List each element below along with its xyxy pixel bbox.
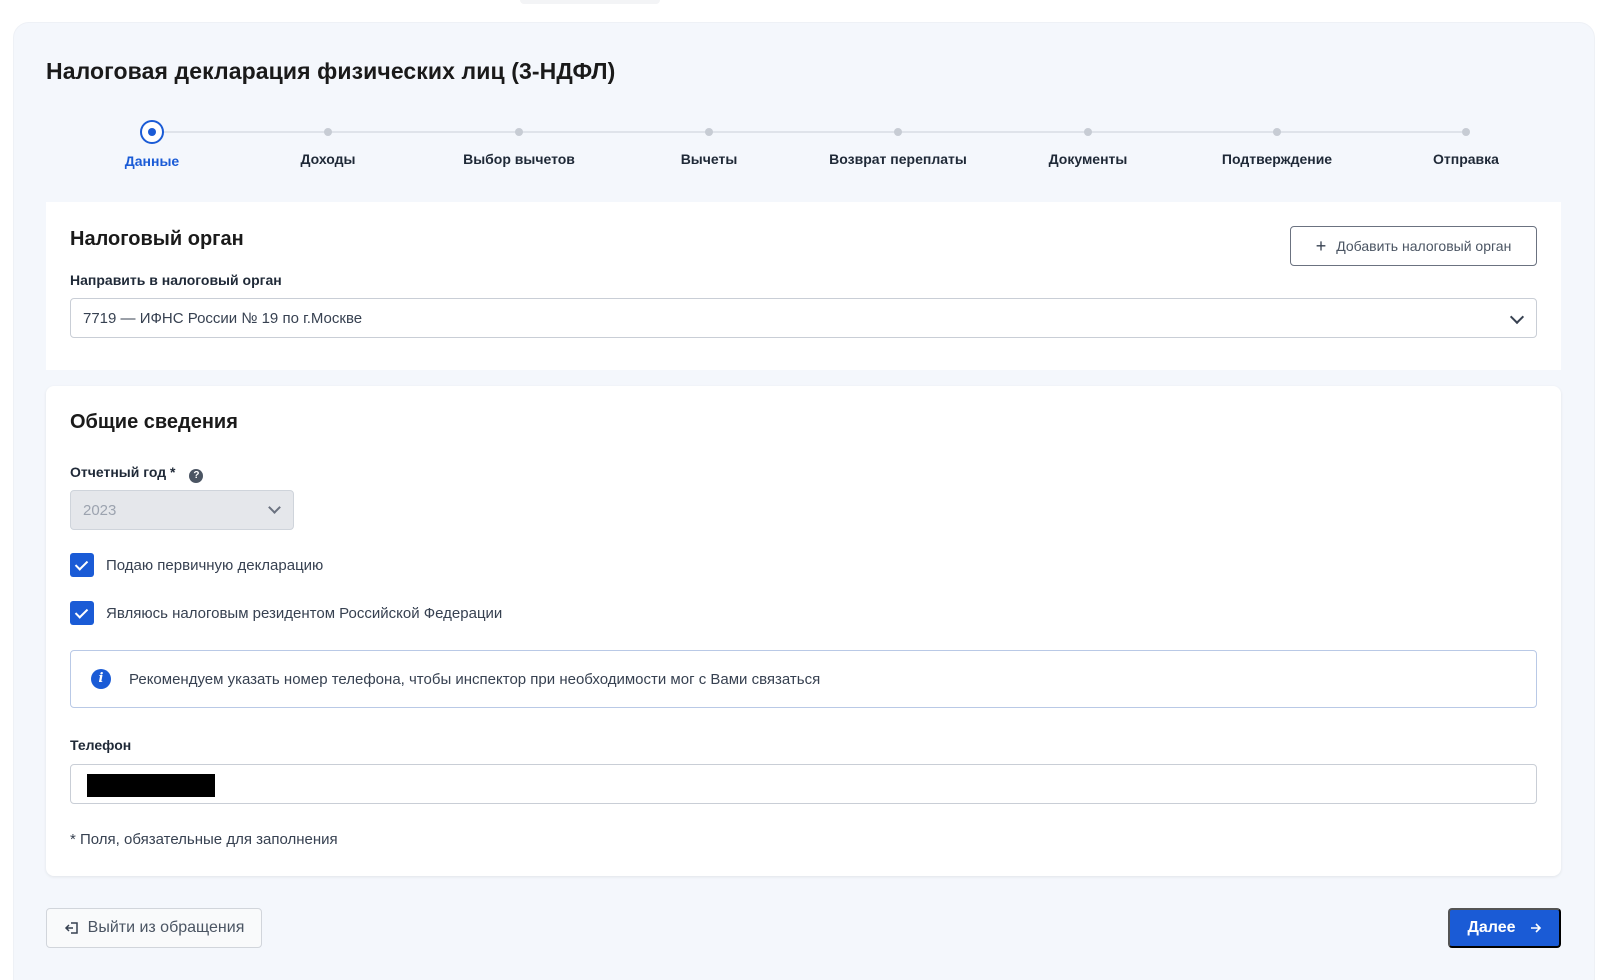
tax-authority-select[interactable]: 7719 — ИФНС России № 19 по г.Москве [70, 298, 1537, 338]
step-send[interactable]: Отправка [1366, 115, 1566, 167]
step-label: Вычеты [680, 151, 738, 167]
tax-authority-card: Налоговый орган + Добавить налоговый орг… [46, 202, 1561, 370]
phone-input[interactable] [70, 764, 1537, 804]
general-info-card: Общие сведения Отчетный год * ? 2023 Под… [46, 386, 1561, 876]
next-button[interactable]: Далее [1448, 908, 1561, 948]
plus-icon: + [1315, 236, 1327, 256]
step-dot [894, 128, 902, 136]
tax-resident-checkbox-row[interactable]: Являюсь налоговым резидентом Российской … [70, 601, 502, 625]
step-data[interactable]: Данные [52, 115, 252, 169]
phone-info-text: Рекомендуем указать номер телефона, чтоб… [129, 670, 821, 688]
step-label: Подтверждение [1221, 151, 1333, 167]
step-income[interactable]: Доходы [228, 115, 428, 167]
arrow-right-icon [1530, 923, 1541, 933]
reporting-year-label: Отчетный год * [70, 464, 176, 480]
general-info-title: Общие сведения [70, 411, 238, 433]
chevron-down-icon [1509, 309, 1525, 325]
add-tax-authority-button[interactable]: + Добавить налоговый орган [1290, 226, 1537, 266]
step-refund[interactable]: Возврат переплаты [798, 115, 998, 167]
exit-request-button[interactable]: Выйти из обращения [46, 908, 262, 948]
step-deduction-choice[interactable]: Выбор вычетов [419, 115, 619, 167]
info-icon: i [91, 669, 111, 689]
step-dot [515, 128, 523, 136]
add-tax-authority-label: Добавить налоговый орган [1336, 238, 1512, 254]
step-label: Выбор вычетов [463, 151, 575, 167]
step-dot [324, 128, 332, 136]
exit-request-label: Выйти из обращения [87, 919, 245, 936]
primary-declaration-checkbox-row[interactable]: Подаю первичную декларацию [70, 553, 323, 577]
phone-label: Телефон [70, 737, 132, 753]
step-label: Документы [1048, 151, 1128, 167]
redacted-phone-value [87, 774, 215, 797]
step-dot [1273, 128, 1281, 136]
step-dot [1462, 128, 1470, 136]
reporting-year-label-row: Отчетный год * ? [70, 464, 204, 483]
help-icon[interactable]: ? [189, 469, 204, 483]
tax-resident-checkbox[interactable] [70, 601, 94, 625]
top-tab-hint [520, 0, 660, 4]
required-fields-note: * Поля, обязательные для заполнения [70, 831, 338, 848]
step-active-dot [140, 120, 164, 144]
reporting-year-select: 2023 [70, 490, 294, 530]
primary-declaration-checkbox[interactable] [70, 553, 94, 577]
step-dot [705, 128, 713, 136]
next-label: Далее [1467, 919, 1516, 936]
reporting-year-value: 2023 [83, 501, 117, 519]
exit-icon [64, 922, 78, 934]
step-label: Отправка [1433, 151, 1499, 167]
chevron-down-icon [268, 501, 281, 514]
page-title: Налоговая декларация физических лиц (3-Н… [46, 58, 616, 84]
step-label: Данные [124, 153, 180, 169]
step-deductions[interactable]: Вычеты [609, 115, 809, 167]
phone-info-banner: i Рекомендуем указать номер телефона, чт… [70, 650, 1537, 708]
step-label: Возврат переплаты [829, 151, 967, 167]
send-to-authority-label: Направить в налоговый орган [70, 272, 282, 288]
step-confirmation[interactable]: Подтверждение [1177, 115, 1377, 167]
step-dot [1084, 128, 1092, 136]
tax-resident-label: Являюсь налоговым резидентом Российской … [106, 604, 503, 622]
step-documents[interactable]: Документы [988, 115, 1188, 167]
step-label: Доходы [300, 151, 356, 167]
tax-authority-value: 7719 — ИФНС России № 19 по г.Москве [83, 309, 363, 327]
stepper: Данные Доходы Выбор вычетов Вычеты Возвр… [0, 115, 1609, 175]
primary-declaration-label: Подаю первичную декларацию [106, 556, 324, 574]
tax-authority-title: Налоговый орган [70, 228, 244, 250]
